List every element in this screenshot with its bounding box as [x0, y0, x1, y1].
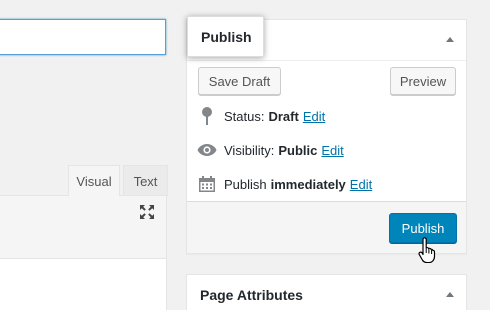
schedule-row: Publish immediately Edit: [197, 174, 372, 194]
calendar-icon: [197, 174, 217, 194]
publish-box-title[interactable]: Publish: [187, 16, 264, 57]
page-attributes-header[interactable]: Page Attributes: [187, 275, 466, 310]
save-draft-button[interactable]: Save Draft: [198, 67, 281, 95]
tab-visual[interactable]: Visual: [68, 165, 120, 196]
post-title-input[interactable]: [0, 19, 166, 55]
visibility-row: Visibility: Public Edit: [197, 140, 344, 160]
status-row: Status: Draft Edit: [197, 106, 325, 126]
pin-icon: [197, 106, 217, 126]
visibility-value: Public: [278, 142, 318, 158]
collapse-arrow-icon[interactable]: [446, 37, 454, 42]
tab-text[interactable]: Text: [123, 165, 168, 196]
fullscreen-icon[interactable]: [138, 203, 156, 221]
publish-box: Publish Save Draft Preview Status: Draft…: [186, 16, 467, 254]
preview-button[interactable]: Preview: [390, 67, 456, 95]
schedule-label: Publish: [224, 176, 267, 192]
hand-cursor-icon: [418, 237, 436, 263]
schedule-value: immediately: [270, 176, 346, 192]
collapse-arrow-icon[interactable]: [446, 292, 454, 297]
edit-status-link[interactable]: Edit: [303, 109, 325, 124]
eye-icon: [197, 140, 217, 160]
page-attributes-box: Page Attributes: [186, 274, 467, 310]
visibility-label: Visibility:: [224, 142, 275, 158]
status-label: Status:: [224, 108, 265, 124]
editor-content-area[interactable]: [0, 258, 167, 310]
page-attributes-title[interactable]: Page Attributes: [187, 275, 316, 310]
status-value: Draft: [268, 108, 299, 124]
publish-box-header[interactable]: Publish: [187, 16, 466, 61]
edit-visibility-link[interactable]: Edit: [321, 143, 343, 158]
edit-schedule-link[interactable]: Edit: [350, 177, 372, 192]
